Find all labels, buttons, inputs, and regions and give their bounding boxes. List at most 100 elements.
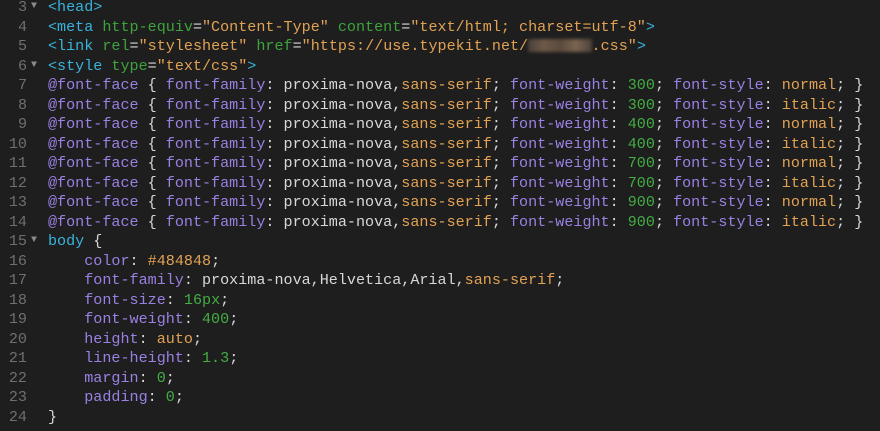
punctuation-token: = xyxy=(192,17,202,36)
line-number: 10 xyxy=(8,134,27,153)
string-token: normal xyxy=(781,115,837,134)
plain-token: : proxima-nova, xyxy=(265,95,402,114)
attribute-token: http-equiv xyxy=(102,17,193,36)
property-token: @font-face xyxy=(48,212,139,231)
property-token: margin xyxy=(84,368,139,387)
code-text: @font-face { font-family: proxima-nova,s… xyxy=(48,213,863,233)
code-text: <head> xyxy=(48,0,102,18)
plain-token: : xyxy=(763,154,782,173)
property-token: font-style xyxy=(673,115,764,134)
plain-token: ; xyxy=(174,388,184,407)
code-line[interactable]: 8 @font-face { font-family: proxima-nova,… xyxy=(0,96,880,116)
plain-token: { xyxy=(138,76,166,95)
plain-token: ; } xyxy=(836,173,864,192)
plain-token: ; xyxy=(491,115,510,134)
plain-token: ; xyxy=(654,154,674,173)
plain-token: ; xyxy=(654,193,674,212)
plain-token: : proxima-nova, xyxy=(265,134,402,153)
code-line[interactable]: 12 @font-face { font-family: proxima-nova… xyxy=(0,174,880,194)
code-line[interactable]: 9 @font-face { font-family: proxima-nova,… xyxy=(0,115,880,135)
line-number: 20 xyxy=(8,329,27,348)
code-line[interactable]: 17 font-family: proxima-nova,Helvetica,A… xyxy=(0,271,880,291)
code-line[interactable]: 23 padding: 0; xyxy=(0,388,880,408)
plain-token: { xyxy=(138,193,166,212)
plain-token: : xyxy=(609,173,628,192)
string-token: sans-serif xyxy=(401,193,492,212)
plain-token: ; xyxy=(491,212,510,231)
string-token: sans-serif xyxy=(401,154,492,173)
code-line[interactable]: 18 font-size: 16px; xyxy=(0,291,880,311)
plain-token: : xyxy=(147,388,166,407)
plain-token: ; xyxy=(192,329,203,348)
code-text: @font-face { font-family: proxima-nova,s… xyxy=(48,96,863,116)
code-text: @font-face { font-family: proxima-nova,s… xyxy=(48,154,863,174)
plain-token: ; xyxy=(491,76,510,95)
string-token: "text/css" xyxy=(156,56,248,75)
property-token: font-family xyxy=(165,173,266,192)
code-line[interactable]: 16 color: #484848; xyxy=(0,252,880,272)
number-token: 400 xyxy=(627,115,655,134)
plain-token: : xyxy=(763,173,782,192)
plain-token: : xyxy=(609,76,628,95)
plain-token: ; xyxy=(654,76,674,95)
plain-token: ; } xyxy=(836,134,864,153)
property-token: height xyxy=(84,329,139,348)
code-editor[interactable]: 3 ▼ <head> 4 <meta http-equiv="Content-Type"… xyxy=(0,0,880,427)
string-token: sans-serif xyxy=(401,134,492,153)
line-number: 23 xyxy=(8,388,27,407)
plain-token: ; xyxy=(491,173,510,192)
code-line[interactable]: 20 height: auto; xyxy=(0,330,880,350)
property-token: font-weight xyxy=(509,212,610,231)
plain-token: : proxima-nova, xyxy=(265,212,402,231)
line-number: 3 xyxy=(17,0,27,16)
code-line[interactable]: 6 ▼ <style type="text/css"> xyxy=(0,57,880,77)
code-line[interactable]: 5 <link rel="stylesheet" href="https://us… xyxy=(0,37,880,57)
plain-token: { xyxy=(138,115,166,134)
plain-token: : proxima-nova,Helvetica,Arial, xyxy=(183,271,465,290)
string-token: italic xyxy=(781,95,837,114)
fold-arrow-icon[interactable]: ▼ xyxy=(31,0,41,17)
code-line[interactable]: 22 margin: 0; xyxy=(0,369,880,389)
code-line[interactable]: 3 ▼ <head> xyxy=(0,0,880,18)
plain-token: } xyxy=(48,407,58,426)
code-line[interactable]: 7 @font-face { font-family: proxima-nova,… xyxy=(0,76,880,96)
plain-token: : xyxy=(129,251,148,270)
plain-token: : xyxy=(609,154,628,173)
code-line[interactable]: 11 @font-face { font-family: proxima-nova… xyxy=(0,154,880,174)
code-text: body { xyxy=(48,232,102,252)
property-token: font-weight xyxy=(84,310,184,329)
code-line[interactable]: 21 line-height: 1.3; xyxy=(0,349,880,369)
plain-token: : xyxy=(165,290,184,309)
property-token: @font-face xyxy=(48,154,139,173)
fold-arrow-icon[interactable]: ▼ xyxy=(31,231,41,251)
code-text: @font-face { font-family: proxima-nova,s… xyxy=(48,115,863,135)
number-token: 400 xyxy=(202,310,230,329)
code-line[interactable]: 4 <meta http-equiv="Content-Type" content… xyxy=(0,18,880,38)
code-text: font-family: proxima-nova,Helvetica,Aria… xyxy=(48,271,564,291)
code-line[interactable]: 14 @font-face { font-family: proxima-nova… xyxy=(0,213,880,233)
code-text: <meta http-equiv="Content-Type" content=… xyxy=(48,18,655,38)
plain-token: ; } xyxy=(836,193,864,212)
code-line[interactable]: 13 @font-face { font-family: proxima-nova… xyxy=(0,193,880,213)
tag-token: <head> xyxy=(48,0,103,16)
property-token: font-family xyxy=(84,271,184,290)
property-token: font-weight xyxy=(509,193,610,212)
string-token: sans-serif xyxy=(401,173,492,192)
line-number: 22 xyxy=(8,368,27,387)
code-line[interactable]: 10 @font-face { font-family: proxima-nova… xyxy=(0,135,880,155)
string-token: "Content-Type" xyxy=(202,17,329,36)
tag-token: <meta xyxy=(48,17,103,36)
string-token: sans-serif xyxy=(401,115,492,134)
line-number: 14 xyxy=(8,212,27,231)
tag-token: <link xyxy=(48,37,103,56)
code-line[interactable]: 24} xyxy=(0,408,880,428)
property-token: @font-face xyxy=(48,95,139,114)
code-text: <link rel="stylesheet" href="https://use… xyxy=(48,37,646,57)
code-line[interactable]: 19 font-weight: 400; xyxy=(0,310,880,330)
fold-arrow-icon[interactable]: ▼ xyxy=(31,56,41,76)
tag-token: body xyxy=(48,232,85,251)
plain-token: { xyxy=(138,95,166,114)
code-text: @font-face { font-family: proxima-nova,s… xyxy=(48,76,863,96)
code-line[interactable]: 15 ▼ body { xyxy=(0,232,880,252)
